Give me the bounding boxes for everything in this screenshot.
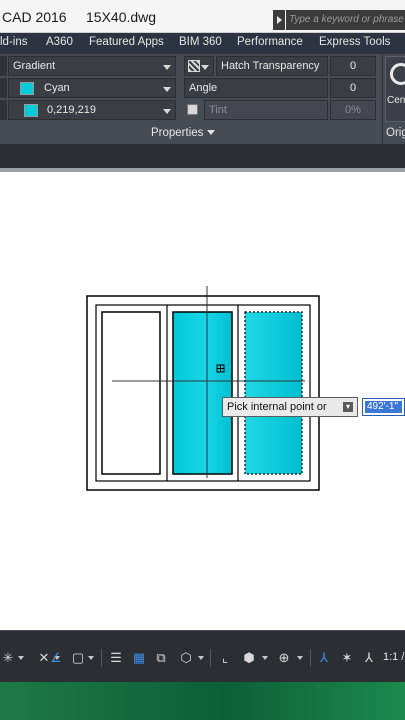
transparency-icon[interactable]: ▦ bbox=[131, 649, 147, 667]
pattern-icon bbox=[188, 60, 200, 72]
hatch-type-dropdown[interactable]: Gradient bbox=[8, 56, 176, 76]
chevron-down-icon[interactable] bbox=[18, 656, 24, 660]
chevron-down-icon bbox=[163, 109, 171, 114]
panel-separator bbox=[382, 54, 383, 144]
chevron-down-icon bbox=[163, 87, 171, 92]
tint-checkbox[interactable] bbox=[187, 104, 198, 115]
status-bar: ✳ ✕ ∠ ▢ ☰ ▦ ⧉ ⬡ ⌞ ⬢ ⊕ ⅄ ✶ ⅄ 1:1 / bbox=[0, 630, 405, 682]
hatched-pane-middle[interactable] bbox=[172, 311, 233, 475]
chevron-down-icon[interactable] bbox=[262, 656, 268, 660]
hatch-transparency-value[interactable]: 0 bbox=[330, 56, 376, 76]
tab-express-tools[interactable]: Express Tools bbox=[319, 36, 390, 48]
hatch-ribbon-panel: Gradient Hatch Transparency 0 Cyan Angle bbox=[0, 54, 405, 144]
hatch-type-icon bbox=[0, 56, 7, 76]
object-snap-icon[interactable]: ▢ bbox=[70, 649, 86, 667]
snap-icon[interactable]: ✳ bbox=[0, 649, 16, 667]
app-title: CAD 2016 bbox=[2, 9, 67, 25]
tint-field[interactable]: Tint bbox=[204, 100, 328, 120]
chevron-down-icon bbox=[201, 65, 209, 70]
tab-performance[interactable]: Performance bbox=[237, 36, 303, 48]
selection-filter-icon[interactable]: ⬢ bbox=[241, 649, 257, 667]
command-prompt-tooltip: Pick internal point or ▾ bbox=[222, 397, 358, 417]
chevron-down-icon[interactable] bbox=[88, 656, 94, 660]
lineweight-icon[interactable]: ☰ bbox=[108, 649, 124, 667]
coordinate-input[interactable]: 492'-1" bbox=[362, 398, 405, 416]
tab-add-ins[interactable]: ld-ins bbox=[0, 36, 27, 48]
left-pane[interactable] bbox=[101, 311, 161, 475]
chevron-down-icon bbox=[207, 130, 216, 136]
origin-icon bbox=[390, 63, 405, 85]
color-2-swatch bbox=[24, 104, 38, 117]
properties-panel-title[interactable]: Properties bbox=[151, 127, 216, 139]
status-tools: ✳ ✕ ∠ ▢ ☰ ▦ ⧉ ⬡ ⌞ ⬢ ⊕ ⅄ ✶ ⅄ 1:1 / bbox=[0, 649, 405, 671]
tint-value[interactable]: 0% bbox=[330, 100, 376, 120]
chevron-down-icon[interactable] bbox=[297, 656, 303, 660]
dynamic-ucs-icon[interactable]: ⌞ bbox=[217, 649, 233, 667]
os-taskbar bbox=[0, 682, 405, 720]
background-color-button[interactable] bbox=[184, 56, 214, 76]
color-icon bbox=[0, 78, 7, 98]
title-bar: CAD 2016 15X40.dwg Type a keyword or phr… bbox=[0, 0, 405, 33]
3d-osnap-icon[interactable]: ⬡ bbox=[178, 649, 194, 667]
annotation-scale-icon[interactable]: ⅄ bbox=[361, 649, 377, 667]
hatch-transparency-field[interactable]: Hatch Transparency bbox=[216, 56, 328, 76]
hatched-pane-preview[interactable] bbox=[244, 311, 303, 475]
chevron-down-icon bbox=[163, 65, 171, 70]
tab-featured-apps[interactable]: Featured Apps bbox=[89, 36, 164, 48]
chevron-down-icon[interactable] bbox=[198, 656, 204, 660]
down-arrow-icon[interactable]: ▾ bbox=[343, 402, 353, 412]
origin-panel-title: Orig bbox=[386, 127, 405, 139]
auto-scale-icon[interactable]: ✶ bbox=[339, 649, 355, 667]
tab-bim-360[interactable]: BIM 360 bbox=[179, 36, 222, 48]
tab-a360[interactable]: A360 bbox=[46, 36, 73, 48]
set-origin-button[interactable]: Cen bbox=[385, 56, 405, 122]
angle-value[interactable]: 0 bbox=[330, 78, 376, 98]
color-1-swatch bbox=[20, 82, 34, 95]
autocad-window: CAD 2016 15X40.dwg Type a keyword or phr… bbox=[0, 0, 405, 720]
color-2-icon bbox=[0, 100, 7, 120]
search-expand-icon[interactable] bbox=[273, 10, 285, 30]
color-1-dropdown[interactable]: Cyan bbox=[8, 78, 176, 98]
file-tab-bar bbox=[0, 144, 405, 168]
ribbon-tabs: ld-ins A360 Featured Apps BIM 360 Perfor… bbox=[0, 33, 405, 54]
gizmo-icon[interactable]: ⊕ bbox=[276, 649, 292, 667]
file-name: 15X40.dwg bbox=[86, 9, 157, 25]
color-2-dropdown[interactable]: 0,219,219 bbox=[8, 100, 176, 120]
annotation-scale-value[interactable]: 1:1 / bbox=[383, 651, 404, 663]
search-input[interactable]: Type a keyword or phrase bbox=[286, 10, 405, 30]
selection-cycling-icon[interactable]: ⧉ bbox=[153, 649, 169, 667]
isometric-icon[interactable]: ∠ bbox=[48, 649, 64, 667]
angle-field[interactable]: Angle bbox=[184, 78, 328, 98]
annotation-visibility-icon[interactable]: ⅄ bbox=[316, 649, 332, 667]
